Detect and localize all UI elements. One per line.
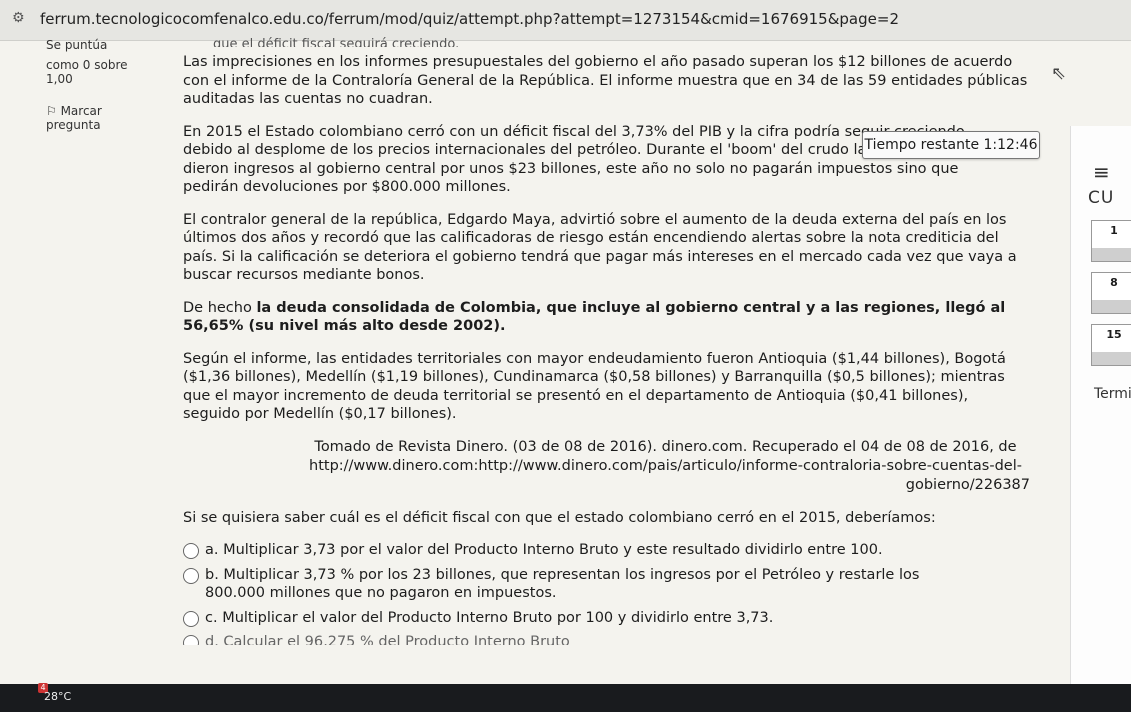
option-c-text: c. Multiplicar el valor del Producto Int… xyxy=(205,609,774,626)
nav-question-1[interactable]: 1 xyxy=(1091,220,1131,262)
nav-question-1-status xyxy=(1092,248,1131,261)
passage-reference: Tomado de Revista Dinero. (03 de 08 de 2… xyxy=(183,438,1030,495)
option-b[interactable]: b. Multiplicar 3,73 % por los 23 billone… xyxy=(183,566,1028,603)
nav-question-8-label: 8 xyxy=(1110,276,1118,289)
max-score: 1,00 xyxy=(46,72,73,86)
answer-options: a. Multiplicar 3,73 por el valor del Pro… xyxy=(183,541,1028,645)
question-info-panel: Se puntúa como 0 sobre 1,00 ⚐ Marcar pre… xyxy=(46,38,176,132)
scored-value: como 0 sobre xyxy=(46,58,128,72)
quiz-navigation-panel: ≡ CU 1 8 15 Termi xyxy=(1070,126,1131,686)
ref-line-1: Tomado de Revista Dinero. (03 de 08 de 2… xyxy=(314,438,1017,455)
url-text[interactable]: ferrum.tecnologicocomfenalco.edu.co/ferr… xyxy=(40,10,899,28)
weather-widget[interactable]: 28°C xyxy=(44,690,71,703)
flag-question-button[interactable]: ⚐ Marcar xyxy=(46,104,176,118)
radio-a[interactable] xyxy=(183,543,199,559)
nav-question-15-label: 15 xyxy=(1106,328,1122,341)
question-prompt: Si se quisiera saber cuál es el déficit … xyxy=(183,509,936,526)
browser-address-bar[interactable]: ⚙ ferrum.tecnologicocomfenalco.edu.co/fe… xyxy=(0,0,1131,41)
passage-paragraph-3: El contralor general de la república, Ed… xyxy=(183,211,1017,284)
option-d-text: d. Calcular el 96,275 % del Producto Int… xyxy=(205,634,570,645)
nav-question-1-label: 1 xyxy=(1110,224,1118,237)
ref-line-3: gobierno/226387 xyxy=(905,476,1030,493)
option-d[interactable]: d. Calcular el 96,275 % del Producto Int… xyxy=(183,633,1028,645)
passage-paragraph-1: Las imprecisiones en los informes presup… xyxy=(183,54,1028,107)
nav-question-15-status xyxy=(1092,352,1131,365)
nav-question-15[interactable]: 15 xyxy=(1091,324,1131,366)
flag-label-2: pregunta xyxy=(46,118,101,132)
flag-icon: ⚐ xyxy=(46,104,61,118)
passage-cut-top: que el déficit fiscal seguirá creciendo. xyxy=(213,37,460,47)
flag-label: Marcar xyxy=(60,104,102,118)
finish-attempt-link[interactable]: Termi xyxy=(1094,386,1131,402)
ref-line-2[interactable]: http://www.dinero.com:http://www.dinero.… xyxy=(303,457,1028,476)
passage-paragraph-4: De hecho la deuda consolidada de Colombi… xyxy=(183,299,1028,336)
menu-icon[interactable]: ≡ xyxy=(1093,160,1110,184)
question-content: que el déficit fiscal seguirá creciendo.… xyxy=(183,36,1030,651)
p4-start: De hecho xyxy=(183,299,257,316)
radio-b[interactable] xyxy=(183,567,199,584)
option-a-text: a. Multiplicar 3,73 por el valor del Pro… xyxy=(205,542,883,558)
passage-paragraph-5: Según el informe, las entidades territor… xyxy=(183,350,1006,423)
option-b-text: b. Multiplicar 3,73 % por los 23 billone… xyxy=(205,566,920,602)
nav-question-8-status xyxy=(1092,300,1131,313)
p4-bold: la deuda consolidada de Colombia, que in… xyxy=(183,299,1006,335)
time-remaining-box: Tiempo restante 1:12:46 xyxy=(862,131,1040,159)
site-settings-icon[interactable]: ⚙ xyxy=(12,10,25,26)
scored-label: Se puntúa xyxy=(46,38,108,52)
nav-panel-title: CU xyxy=(1088,188,1115,208)
nav-question-8[interactable]: 8 xyxy=(1091,272,1131,314)
option-a[interactable]: a. Multiplicar 3,73 por el valor del Pro… xyxy=(183,541,1028,560)
os-taskbar xyxy=(0,684,1131,712)
option-c[interactable]: c. Multiplicar el valor del Producto Int… xyxy=(183,609,1028,628)
mouse-cursor-icon: ⇖ xyxy=(1051,63,1067,84)
radio-c[interactable] xyxy=(183,610,199,627)
radio-d[interactable] xyxy=(183,635,199,645)
